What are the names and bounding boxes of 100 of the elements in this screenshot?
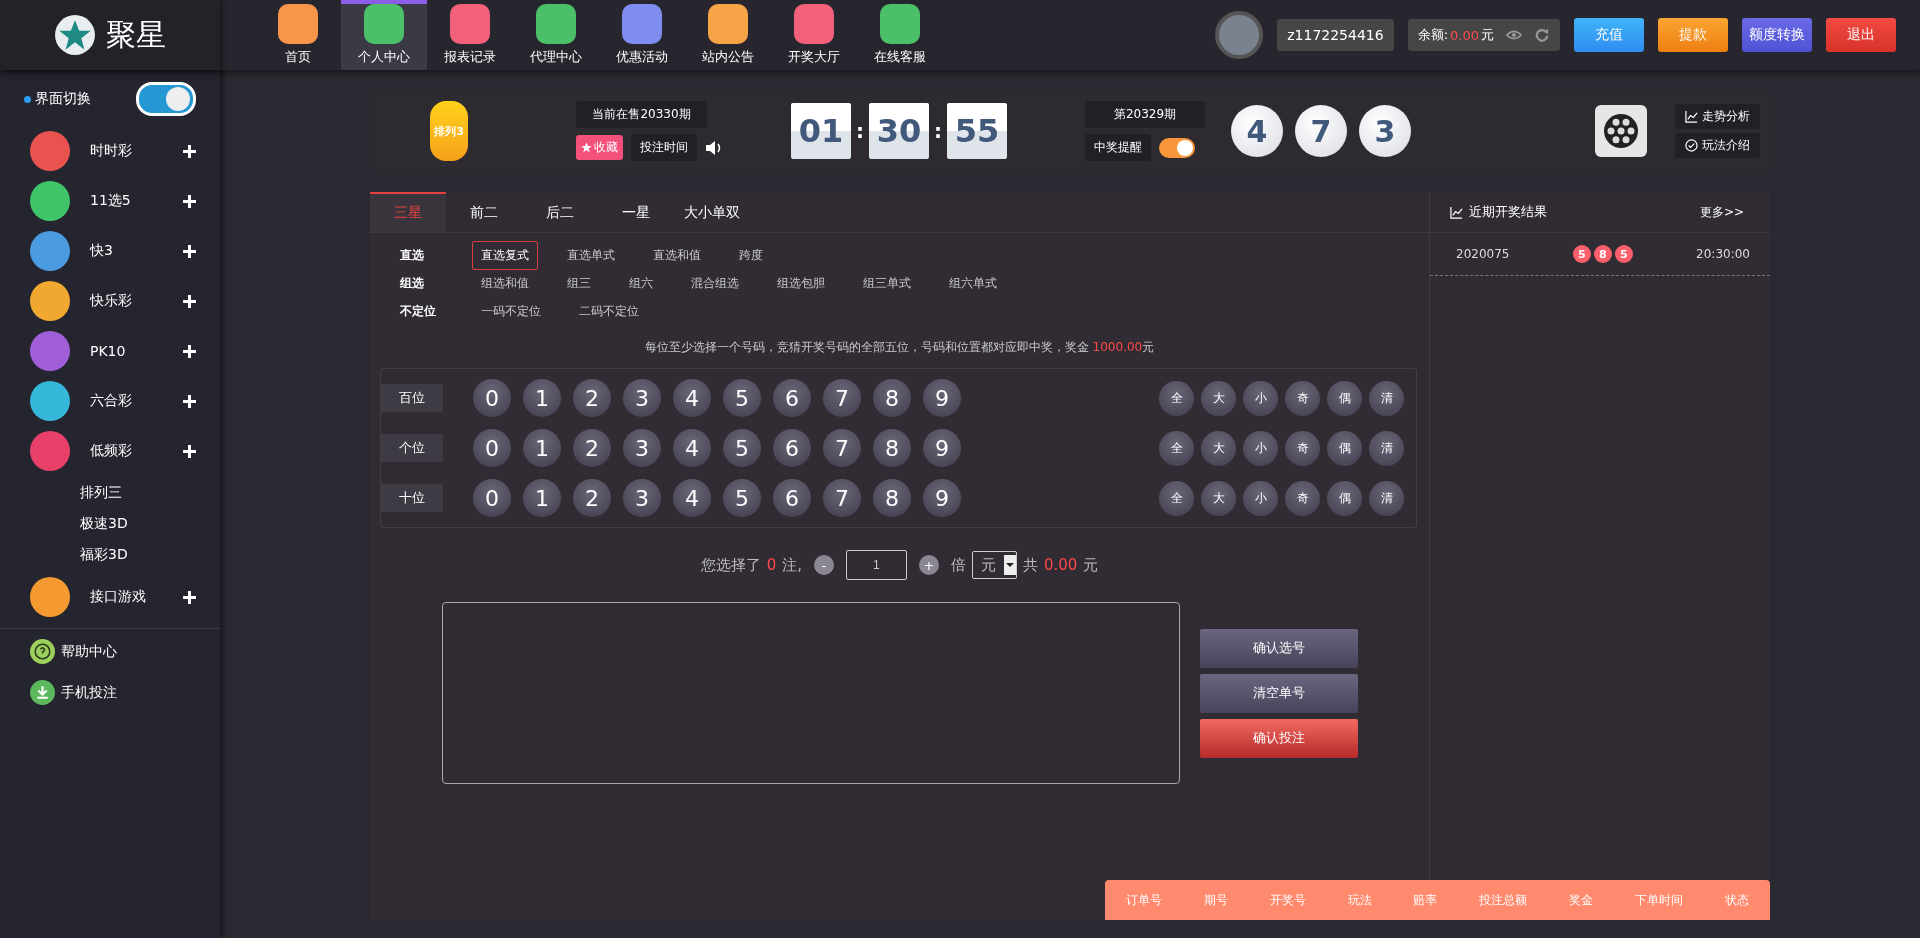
category-item[interactable]: 六合彩 [90, 392, 183, 410]
sidebar-link[interactable]: 手机投注 [61, 683, 117, 702]
reel-icon[interactable] [1595, 105, 1647, 157]
win-alert-toggle[interactable] [1159, 137, 1195, 158]
play-option[interactable]: 直选复式 [472, 240, 538, 270]
action-button[interactable]: 清空单号 [1200, 673, 1358, 713]
number-ball[interactable]: 9 [923, 479, 961, 517]
number-ball[interactable]: 6 [773, 379, 811, 417]
number-ball[interactable]: 3 [623, 479, 661, 517]
number-ball[interactable]: 4 [673, 479, 711, 517]
number-ball[interactable]: 1 [523, 429, 561, 467]
action-button[interactable]: 确认投注 [1200, 718, 1358, 758]
action-button[interactable]: 确认选号 [1200, 628, 1358, 668]
category-item[interactable]: 快乐彩 [90, 292, 183, 310]
sidebar-link[interactable]: 帮助中心 [61, 642, 117, 661]
more-link[interactable]: 更多>> [1693, 202, 1750, 222]
number-ball[interactable]: 8 [873, 429, 911, 467]
quick-select-button[interactable]: 大 [1201, 480, 1236, 516]
number-ball[interactable]: 5 [723, 479, 761, 517]
quick-select-button[interactable]: 大 [1201, 430, 1236, 466]
plus-icon[interactable] [183, 294, 196, 308]
play-option[interactable]: 跨度 [730, 240, 772, 270]
nav-item[interactable]: 代理中心 [513, 0, 599, 70]
quick-select-button[interactable]: 小 [1243, 480, 1278, 516]
plus-icon[interactable] [183, 590, 196, 604]
number-ball[interactable]: 9 [923, 379, 961, 417]
plus-icon[interactable] [183, 144, 196, 158]
number-ball[interactable]: 2 [573, 379, 611, 417]
play-option[interactable]: 组六单式 [940, 268, 1006, 298]
account-button[interactable]: 额度转换 [1742, 18, 1812, 52]
speaker-icon[interactable] [705, 139, 723, 156]
quick-select-button[interactable]: 奇 [1285, 430, 1320, 466]
number-ball[interactable]: 8 [873, 479, 911, 517]
plus-icon[interactable] [183, 394, 196, 408]
number-ball[interactable]: 1 [523, 379, 561, 417]
quick-select-button[interactable]: 奇 [1285, 380, 1320, 416]
account-button[interactable]: 退出 [1826, 18, 1896, 52]
bet-time-button[interactable]: 投注时间 [631, 134, 697, 161]
quick-select-button[interactable]: 偶 [1327, 430, 1362, 466]
quick-select-button[interactable]: 奇 [1285, 480, 1320, 516]
number-ball[interactable]: 2 [573, 479, 611, 517]
number-ball[interactable]: 3 [623, 379, 661, 417]
category-item[interactable]: 低频彩 [90, 442, 183, 460]
number-ball[interactable]: 8 [873, 379, 911, 417]
number-ball[interactable]: 4 [673, 429, 711, 467]
category-item[interactable]: 时时彩 [90, 142, 183, 160]
number-ball[interactable]: 0 [473, 479, 511, 517]
quick-select-button[interactable]: 清 [1369, 480, 1404, 516]
plus-icon[interactable] [183, 194, 196, 208]
subcategory-item[interactable]: 排列三 [80, 484, 220, 502]
nav-item[interactable]: 首页 [255, 0, 341, 70]
subcategory-item[interactable]: 福彩3D [80, 546, 220, 564]
number-ball[interactable]: 2 [573, 429, 611, 467]
number-ball[interactable]: 0 [473, 429, 511, 467]
unit-dropdown[interactable]: 元 [971, 551, 1017, 579]
number-ball[interactable]: 6 [773, 479, 811, 517]
nav-item[interactable]: 优惠活动 [599, 0, 685, 70]
game-link[interactable]: 玩法介绍 [1675, 133, 1760, 158]
quick-select-button[interactable]: 全 [1159, 430, 1194, 466]
multiplier-field[interactable]: 1 [845, 550, 907, 580]
nav-item[interactable]: 站内公告 [685, 0, 771, 70]
play-option[interactable]: 二码不定位 [570, 296, 648, 326]
favorite-button[interactable]: 收藏 [576, 135, 623, 160]
number-ball[interactable]: 9 [923, 429, 961, 467]
increase-button[interactable]: + [918, 555, 939, 575]
play-tab[interactable]: 后二 [522, 192, 598, 232]
nav-item[interactable]: 个人中心 [341, 0, 427, 70]
game-link[interactable]: 走势分析 [1675, 104, 1760, 129]
category-item[interactable]: 11选5 [90, 192, 183, 210]
play-option[interactable]: 直选和值 [644, 240, 710, 270]
quick-select-button[interactable]: 大 [1201, 380, 1236, 416]
quick-select-button[interactable]: 清 [1369, 380, 1404, 416]
category-item[interactable]: 接口游戏 [90, 588, 183, 606]
play-option[interactable]: 组六 [620, 268, 662, 298]
view-toggle[interactable] [136, 82, 196, 116]
category-item[interactable]: PK10 [90, 343, 183, 359]
plus-icon[interactable] [183, 444, 196, 458]
number-ball[interactable]: 5 [723, 429, 761, 467]
nav-item[interactable]: 报表记录 [427, 0, 513, 70]
play-option[interactable]: 一码不定位 [472, 296, 550, 326]
number-ball[interactable]: 7 [823, 429, 861, 467]
plus-icon[interactable] [183, 344, 196, 358]
plus-icon[interactable] [183, 244, 196, 258]
number-ball[interactable]: 0 [473, 379, 511, 417]
decrease-button[interactable]: - [813, 555, 834, 575]
number-ball[interactable]: 4 [673, 379, 711, 417]
subcategory-item[interactable]: 极速3D [80, 515, 220, 533]
play-tab[interactable]: 一星 [598, 192, 674, 232]
eye-icon[interactable] [1506, 28, 1522, 42]
play-option[interactable]: 组选和值 [472, 268, 538, 298]
nav-item[interactable]: 在线客服 [857, 0, 943, 70]
number-ball[interactable]: 1 [523, 479, 561, 517]
number-ball[interactable]: 5 [723, 379, 761, 417]
quick-select-button[interactable]: 清 [1369, 430, 1404, 466]
quick-select-button[interactable]: 小 [1243, 430, 1278, 466]
play-tab[interactable]: 前二 [446, 192, 522, 232]
number-ball[interactable]: 6 [773, 429, 811, 467]
number-ball[interactable]: 7 [823, 479, 861, 517]
category-item[interactable]: 快3 [90, 242, 183, 260]
nav-item[interactable]: 开奖大厅 [771, 0, 857, 70]
